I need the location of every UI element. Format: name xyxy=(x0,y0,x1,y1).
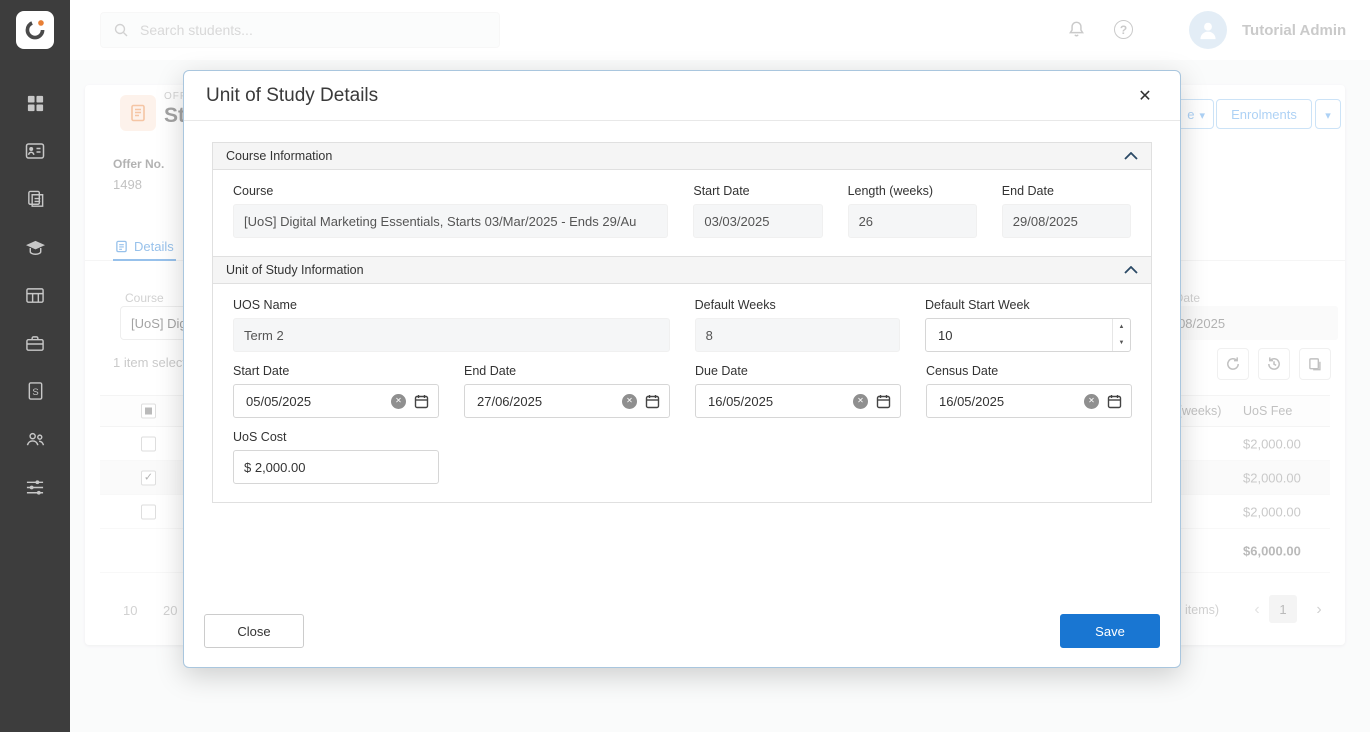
svg-text:S: S xyxy=(32,387,38,398)
briefcase-icon xyxy=(25,334,45,353)
sidebar-item-students[interactable] xyxy=(0,127,70,175)
uos-cost-input[interactable] xyxy=(233,450,439,484)
stepper-arrows xyxy=(1112,319,1130,351)
census-date-label: Census Date xyxy=(926,364,1132,378)
subjects-icon: S xyxy=(26,381,45,401)
length-weeks-label: Length (weeks) xyxy=(848,184,977,198)
uos-name-label: UOS Name xyxy=(233,298,670,312)
default-start-week-input[interactable] xyxy=(936,319,1112,351)
chevron-up-icon[interactable] xyxy=(1124,152,1138,160)
people-icon xyxy=(25,430,46,449)
course-information-section: Course Information Course Start Date xyxy=(212,142,1152,257)
uos-end-date-input[interactable] xyxy=(475,385,622,417)
chevron-up-icon[interactable] xyxy=(1124,266,1138,274)
graduation-cap-icon xyxy=(25,238,46,257)
unit-of-study-information-section: Unit of Study Information UOS Name Defau… xyxy=(212,256,1152,503)
due-date-field[interactable] xyxy=(695,384,901,418)
dashboard-icon xyxy=(26,94,45,113)
unit-of-study-details-dialog: Unit of Study Details Course Information… xyxy=(183,70,1181,668)
census-date-field[interactable] xyxy=(926,384,1132,418)
default-start-week-label: Default Start Week xyxy=(925,298,1131,312)
default-start-week-stepper[interactable] xyxy=(925,318,1131,352)
uos-name-input[interactable] xyxy=(233,318,670,352)
clear-icon[interactable] xyxy=(853,394,868,409)
table-icon xyxy=(25,286,45,305)
app-logo-icon xyxy=(22,17,48,43)
calendar-icon[interactable] xyxy=(645,394,660,409)
unit-of-study-information-header[interactable]: Unit of Study Information xyxy=(212,256,1152,284)
clear-icon[interactable] xyxy=(391,394,406,409)
course-end-date-input[interactable] xyxy=(1002,204,1131,238)
uos-end-date-label: End Date xyxy=(464,364,670,378)
spinner-down-icon[interactable] xyxy=(1113,335,1130,351)
uos-cost-label: UoS Cost xyxy=(233,430,439,444)
due-date-input[interactable] xyxy=(706,385,853,417)
sidebar-item-contacts[interactable] xyxy=(0,415,70,463)
sidebar-item-subjects[interactable]: S xyxy=(0,367,70,415)
documents-icon xyxy=(26,190,45,209)
default-weeks-label: Default Weeks xyxy=(695,298,900,312)
section-title: Unit of Study Information xyxy=(226,263,364,277)
course-start-date-input[interactable] xyxy=(693,204,822,238)
uos-start-date-label: Start Date xyxy=(233,364,439,378)
calendar-icon[interactable] xyxy=(876,394,891,409)
unit-of-study-information-body: UOS Name Default Weeks Default Start Wee… xyxy=(212,284,1152,503)
sidebar: S xyxy=(0,0,70,732)
uos-start-date-input[interactable] xyxy=(244,385,391,417)
modal-body: Course Information Course Start Date xyxy=(184,121,1180,503)
sidebar-item-settings[interactable] xyxy=(0,463,70,511)
modal-header: Unit of Study Details xyxy=(184,71,1180,121)
course-information-body: Course Start Date Length (weeks) En xyxy=(212,170,1152,257)
sliders-icon xyxy=(25,478,45,497)
spinner-up-icon[interactable] xyxy=(1113,319,1130,335)
course-information-header[interactable]: Course Information xyxy=(212,142,1152,170)
clear-icon[interactable] xyxy=(1084,394,1099,409)
app-logo[interactable] xyxy=(16,11,54,49)
start-date-label: Start Date xyxy=(693,184,822,198)
sidebar-item-dashboard[interactable] xyxy=(0,79,70,127)
modal-footer: Close Save xyxy=(204,614,1160,648)
end-date-label: End Date xyxy=(1002,184,1131,198)
section-title: Course Information xyxy=(226,149,332,163)
census-date-input[interactable] xyxy=(937,385,1084,417)
sidebar-item-courses[interactable] xyxy=(0,223,70,271)
uos-end-date-field[interactable] xyxy=(464,384,670,418)
app: S xyxy=(0,0,1370,732)
calendar-icon[interactable] xyxy=(414,394,429,409)
save-button[interactable]: Save xyxy=(1060,614,1160,648)
uos-start-date-field[interactable] xyxy=(233,384,439,418)
close-icon[interactable] xyxy=(1132,83,1158,109)
course-input[interactable] xyxy=(233,204,668,238)
close-button[interactable]: Close xyxy=(204,614,304,648)
id-card-icon xyxy=(25,141,45,161)
calendar-icon[interactable] xyxy=(1107,394,1122,409)
course-label: Course xyxy=(233,184,668,198)
default-weeks-input[interactable] xyxy=(695,318,900,352)
sidebar-item-offers[interactable] xyxy=(0,175,70,223)
due-date-label: Due Date xyxy=(695,364,901,378)
clear-icon[interactable] xyxy=(622,394,637,409)
sidebar-item-services[interactable] xyxy=(0,319,70,367)
modal-title: Unit of Study Details xyxy=(206,85,378,107)
length-weeks-input[interactable] xyxy=(848,204,977,238)
sidebar-item-tables[interactable] xyxy=(0,271,70,319)
